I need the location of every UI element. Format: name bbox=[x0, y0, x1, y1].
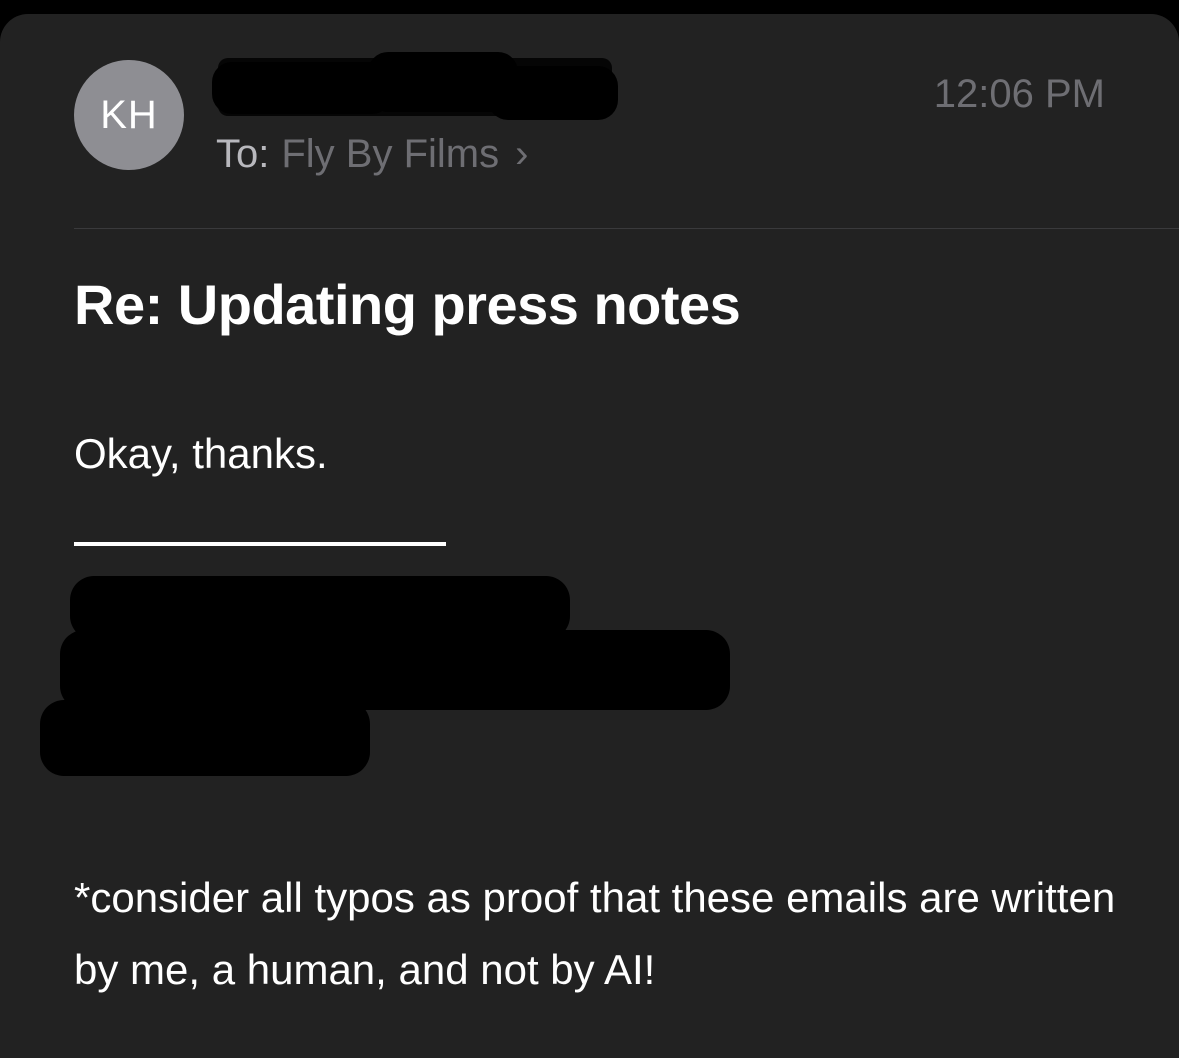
email-message-card: KH 12:06 PM To: Fly By Films › Re: Updat… bbox=[0, 14, 1179, 1058]
message-body: Okay, thanks. bbox=[74, 430, 328, 477]
recipient-name[interactable]: Fly By Films bbox=[281, 132, 499, 177]
header-divider bbox=[74, 228, 1179, 229]
message-subject: Re: Updating press notes bbox=[74, 273, 741, 336]
recipient-label: To: bbox=[216, 132, 270, 176]
chevron-right-icon: › bbox=[515, 132, 529, 176]
signature-footnote: *consider all typos as proof that these … bbox=[74, 874, 1116, 993]
message-timestamp: 12:06 PM bbox=[933, 72, 1105, 116]
sender-name-redaction bbox=[212, 52, 618, 120]
signature-redaction bbox=[40, 570, 730, 780]
sender-avatar[interactable]: KH bbox=[74, 60, 184, 170]
signature-divider bbox=[74, 542, 446, 546]
recipient-line[interactable]: To: Fly By Films › bbox=[216, 132, 528, 177]
avatar-initials: KH bbox=[100, 92, 158, 137]
